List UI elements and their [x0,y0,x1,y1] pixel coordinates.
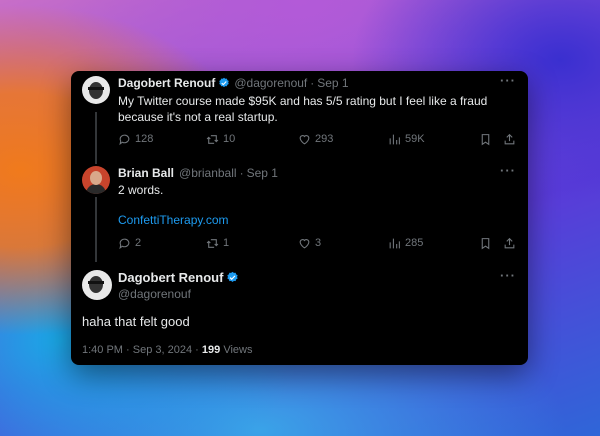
share-button[interactable] [503,133,516,146]
tweet-date[interactable]: Sep 3, 2024 [133,344,192,356]
share-icon [504,237,515,249]
retweet-count: 1 [223,237,230,249]
reply-count: 2 [135,237,142,249]
heart-icon [299,135,310,145]
more-options-icon[interactable]: ··· [500,268,516,283]
like-count: 293 [315,133,334,145]
retweet-icon [206,239,219,248]
more-options-icon[interactable]: ··· [500,163,516,178]
tweet-text: My Twitter course made $95K and has 5/5 … [118,94,488,124]
retweet-count: 10 [223,133,236,145]
share-icon [504,133,515,145]
bookmark-icon [481,134,490,146]
tweet-link[interactable]: ConfettiTherapy.com [118,213,229,227]
author-handle[interactable]: @dagorenouf [118,287,191,301]
like-button[interactable]: 293 [298,133,333,146]
avatar[interactable] [82,270,112,300]
retweet-button[interactable]: 10 [206,133,235,146]
views-icon [389,134,400,145]
tweet-date[interactable]: Sep 1 [317,76,348,90]
bookmark-icon [481,238,490,250]
bookmark-button[interactable] [479,133,492,146]
retweet-icon [206,135,219,144]
like-button[interactable]: 3 [298,237,321,250]
view-count: 285 [405,237,424,249]
separator: · [195,344,199,356]
more-options-icon[interactable]: ··· [500,73,516,88]
views-button[interactable]: 285 [388,237,423,250]
author-name-row: Dagobert Renouf [118,270,243,285]
views-label: Views [223,344,253,356]
avatar[interactable] [82,166,110,194]
bookmark-button[interactable] [479,237,492,250]
tweet-meta: 1:40 PM · Sep 3, 2024 · 199 Views [82,344,252,356]
view-count: 59K [405,133,425,145]
thread-connector [95,112,97,164]
author-handle[interactable]: @dagorenouf [234,76,307,90]
author-handle[interactable]: @brianball [179,166,237,180]
tweet-thread-card: Dagobert Renouf @dagorenouf · Sep 1 ··· … [71,71,528,365]
author-name[interactable]: Dagobert Renouf [118,270,223,285]
tweet-header: Dagobert Renouf @dagorenouf · Sep 1 [118,76,349,90]
like-count: 3 [315,237,322,249]
verified-badge-icon [227,271,239,282]
tweet-actions: 2 1 3 285 [118,237,516,251]
views-button[interactable]: 59K [388,133,425,146]
avatar[interactable] [82,76,110,104]
thread-connector [95,197,97,262]
views-icon [389,238,400,249]
share-button[interactable] [503,237,516,250]
tweet-text: 2 words. [118,183,164,197]
verified-badge-icon [219,77,230,88]
author-name[interactable]: Dagobert Renouf [118,76,215,90]
heart-icon [299,239,310,249]
separator: · [310,76,315,90]
retweet-button[interactable]: 1 [206,237,229,250]
separator: · [126,344,130,356]
tweet-time[interactable]: 1:40 PM [82,344,123,356]
author-name[interactable]: Brian Ball [118,166,174,180]
reply-icon [119,134,130,146]
separator: · [239,166,244,180]
tweet-text: haha that felt good [82,314,190,329]
reply-count: 128 [135,133,154,145]
reply-button[interactable]: 2 [118,237,141,250]
tweet-actions: 128 10 293 59K [118,133,516,147]
view-count: 199 [201,344,221,356]
tweet-header: Brian Ball @brianball · Sep 1 [118,166,278,180]
reply-button[interactable]: 128 [118,133,153,146]
tweet-date[interactable]: Sep 1 [247,166,278,180]
reply-icon [119,238,130,250]
